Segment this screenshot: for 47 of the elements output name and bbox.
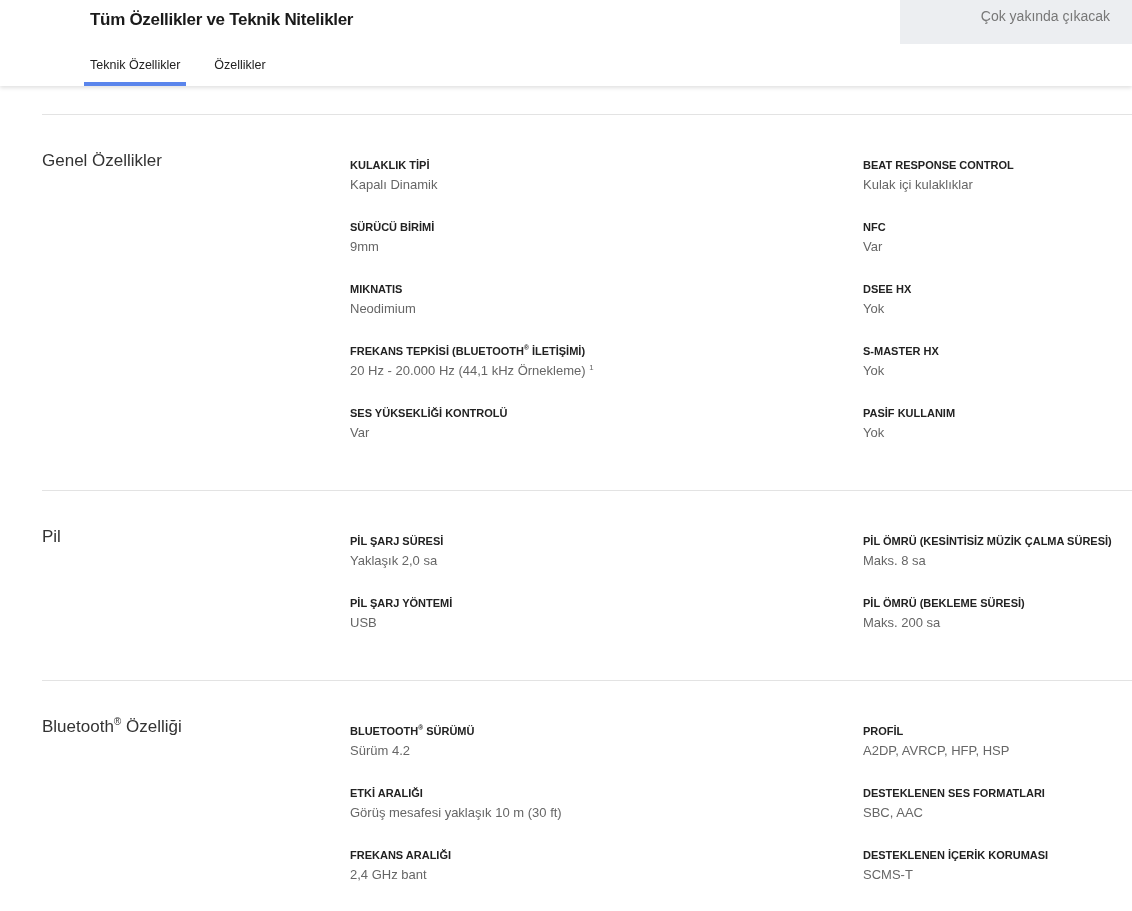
spec-label: FREKANS TEPKİSİ (BLUETOOTH$^{®}$ İLETİŞİMİ) [350,345,587,357]
spec-label: SÜRÜCÜ BİRİMİ [350,221,436,233]
spec-value: Maks. 200 sa [863,615,942,630]
spec-label: PİL ÖMRÜ (BEKLEME SÜRESİ) [863,597,1026,609]
spec-label: FREKANS ARALIĞI [350,849,453,861]
spec-label: NFC [863,221,887,233]
spec-value: SCMS-T [863,867,914,882]
spec-value: 2,4 GHz bant [350,867,428,882]
spec-value: USB [350,615,378,630]
spec-value: A2DP, AVRCP, HFP, HSP [863,743,1011,758]
section-title: Genel Özellikler [42,151,162,170]
spec-label: PİL ŞARJ SÜRESİ [350,535,445,547]
spec-value: Yok [863,301,886,316]
spec-label: DESTEKLENEN SES FORMATLARI [863,787,1046,799]
spec-value: Yaklaşık 2,0 sa [350,553,439,568]
spec-label: PİL ŞARJ YÖNTEMİ [350,597,454,609]
spec-label: BEAT RESPONSE CONTROL [863,159,1015,171]
spec-label: MIKNATIS [350,283,404,295]
spec-value: Var [350,425,371,440]
spec-value: 9mm [350,239,380,254]
spec-value: Sürüm 4.2 [350,743,411,758]
spec-label: DSEE HX [863,283,913,295]
spec-label: PROFİL [863,725,905,737]
spec-value: Yok [863,363,886,378]
spec-value: Maks. 8 sa [863,553,927,568]
spec-label: ETKİ ARALIĞI [350,787,424,799]
spec-value: Kapalı Dinamik [350,177,439,192]
spec-label: KULAKLIK TİPİ [350,159,431,171]
spec-label: BLUETOOTH$^{®}$ SÜRÜMÜ [350,725,476,737]
spec-value: Var [863,239,884,254]
spec-label: PASİF KULLANIM [863,407,957,419]
spec-value: Neodimium [350,301,417,316]
spec-label: DESTEKLENEN İÇERİK KORUMASI [863,849,1050,861]
page-title: Tüm Özellikler ve Teknik Nitelikler [90,10,354,30]
section-title: Pil [42,527,61,546]
spec-value: Yok [863,425,886,440]
spec-value: SBC, AAC [863,805,924,820]
section-title: Bluetooth$^{®}$ Özelliği [42,717,182,736]
spec-label: PİL ÖMRÜ (KESİNTİSİZ MÜZİK ÇALMA SÜRESİ) [863,535,1113,547]
spec-value: Kulak içi kulaklıklar [863,177,974,192]
spec-label: S-MASTER HX [863,345,940,357]
spec-value: 20 Hz - 20.000 Hz (44,1 kHz Örnekleme) $^{1}$ [350,363,595,378]
coming-soon-button[interactable]: Çok yakında çıkacak [900,0,1132,44]
spec-value: Görüş mesafesi yaklaşık 10 m (30 ft) [350,805,563,820]
spec-label: SES YÜKSEKLİĞİ KONTROLÜ [350,407,509,419]
tab[interactable]: Teknik Özellikler [84,58,187,86]
tab[interactable]: Özellikler [208,58,272,86]
